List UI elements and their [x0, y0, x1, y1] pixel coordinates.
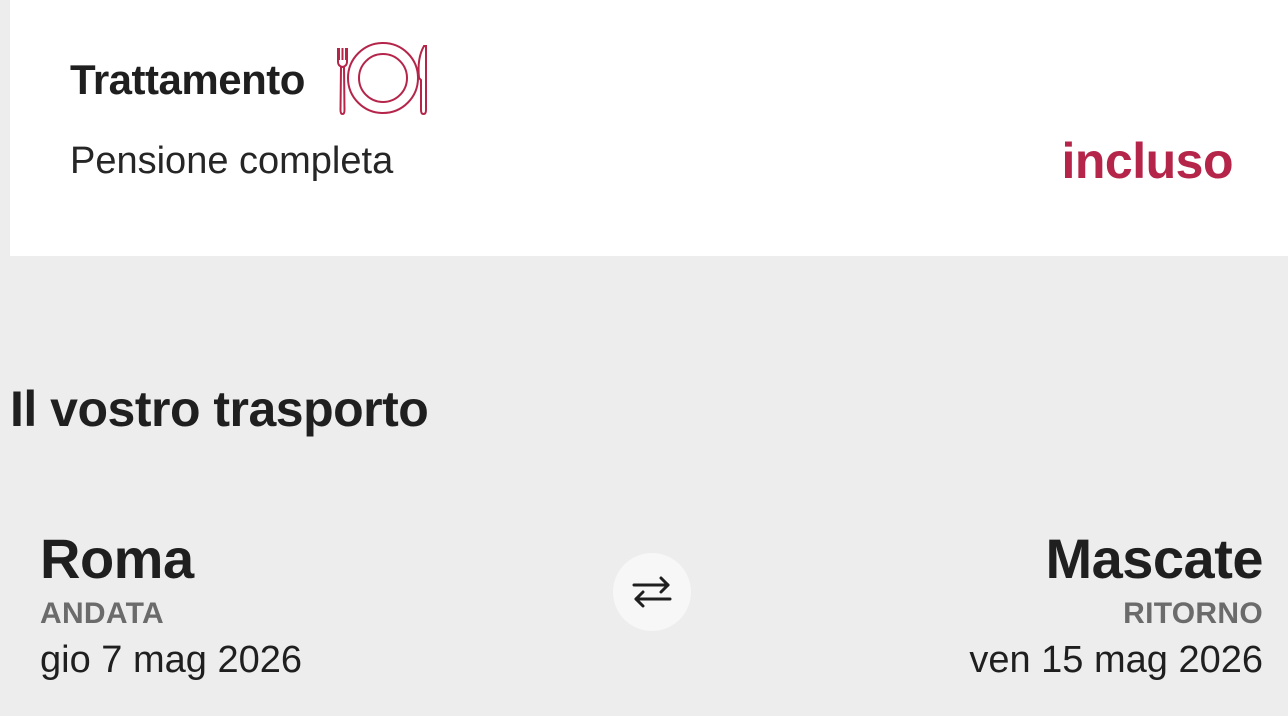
outbound-leg: Roma ANDATA gio 7 mag 2026: [40, 524, 302, 686]
board-card: Trattamento Pensione completa incluso: [10, 0, 1288, 256]
return-city: Mascate: [1045, 527, 1263, 590]
return-date: ven 15 mag 2026: [969, 639, 1263, 681]
plate-cutlery-icon: [333, 40, 433, 120]
outbound-date: gio 7 mag 2026: [40, 639, 302, 681]
transport-section-title: Il vostro trasporto: [10, 381, 429, 437]
board-title: Trattamento: [70, 56, 305, 103]
board-included-badge: incluso: [1061, 133, 1233, 189]
board-value: Pensione completa: [70, 140, 394, 182]
board-title-row: Trattamento: [70, 40, 433, 120]
swap-arrows-icon: [632, 576, 672, 608]
swap-direction-button[interactable]: [613, 553, 691, 631]
return-leg: Mascate RITORNO ven 15 mag 2026: [969, 524, 1263, 686]
return-label: RITORNO: [1123, 597, 1263, 630]
outbound-label: ANDATA: [40, 597, 164, 630]
plate-cutlery-icon-svg: [336, 42, 427, 116]
outbound-city: Roma: [40, 527, 194, 590]
